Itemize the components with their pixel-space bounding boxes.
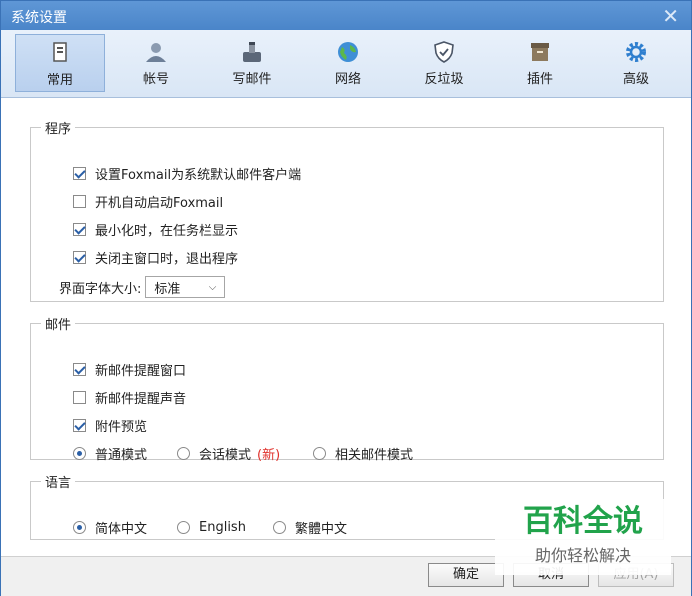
watermark: 百科全说 助你轻松解决 [495, 499, 671, 575]
close-exit-checkbox[interactable] [73, 250, 86, 264]
minimize-taskbar-checkbox[interactable] [73, 222, 86, 236]
font-size-label: 界面字体大小: [59, 281, 142, 297]
ok-button[interactable]: 确定 [428, 563, 504, 587]
tab-label: 网络 [334, 72, 361, 87]
title-bar: 系统设置 ✕ [1, 1, 691, 30]
tab-account[interactable]: 帐号 [111, 34, 201, 92]
chevron-down-icon: ⌵ [208, 281, 217, 293]
tab-advanced[interactable]: 高级 [591, 34, 681, 92]
option-label: 附件预览 [95, 419, 148, 435]
plugin-icon [531, 43, 549, 61]
new-badge: (新) [257, 447, 281, 463]
attachment-preview-option[interactable]: 附件预览 [73, 415, 147, 435]
program-group: 程序 设置Foxmail为系统默认邮件客户端 开机自动启动Foxmail 最小化… [30, 118, 664, 302]
option-label: 关闭主窗口时，退出程序 [95, 251, 239, 267]
settings-tabs: 常用 帐号 写邮件 网络 反垃圾 插件 高级 [1, 30, 691, 98]
autostart-checkbox[interactable] [73, 194, 86, 208]
option-label: 新邮件提醒窗口 [95, 363, 187, 379]
option-label: 繁體中文 [295, 521, 348, 537]
compose-icon [243, 42, 261, 62]
option-label: 设置Foxmail为系统默认邮件客户端 [95, 167, 302, 183]
lang-english-radio[interactable] [177, 520, 190, 534]
watermark-subtitle: 助你轻松解决 [534, 546, 631, 565]
tab-antispam[interactable]: 反垃圾 [399, 34, 489, 92]
watermark-title: 百科全说 [523, 504, 643, 539]
lang-english-option[interactable]: English [177, 517, 246, 537]
option-label: 相关邮件模式 [335, 447, 414, 463]
lang-traditional-radio[interactable] [273, 520, 286, 534]
lang-simplified-radio[interactable] [73, 520, 86, 534]
related-mail-mode-radio[interactable] [313, 446, 326, 460]
option-label: English [199, 519, 246, 535]
close-exit-option[interactable]: 关闭主窗口时，退出程序 [73, 247, 238, 267]
default-client-checkbox[interactable] [73, 166, 86, 180]
option-label: 开机自动启动Foxmail [95, 195, 224, 211]
tab-label: 高级 [622, 72, 649, 87]
tab-compose[interactable]: 写邮件 [207, 34, 297, 92]
tab-general[interactable]: 常用 [15, 34, 105, 92]
conversation-mode-option[interactable]: 会话模式 (新) [177, 443, 280, 463]
general-icon [53, 42, 67, 62]
option-label: 最小化时，在任务栏显示 [95, 223, 239, 239]
option-label: 新邮件提醒声音 [95, 391, 187, 407]
language-legend: 语言 [45, 476, 72, 491]
gear-icon [626, 42, 646, 62]
lang-traditional-option[interactable]: 繁體中文 [273, 517, 347, 537]
new-mail-sound-option[interactable]: 新邮件提醒声音 [73, 387, 186, 407]
minimize-taskbar-option[interactable]: 最小化时，在任务栏显示 [73, 219, 238, 239]
option-label: 简体中文 [95, 521, 148, 537]
related-mail-mode-option[interactable]: 相关邮件模式 [313, 443, 413, 463]
attachment-preview-checkbox[interactable] [73, 418, 86, 432]
tab-label: 常用 [46, 73, 73, 88]
conversation-mode-radio[interactable] [177, 446, 190, 460]
normal-mode-option[interactable]: 普通模式 [73, 443, 147, 463]
lang-simplified-option[interactable]: 简体中文 [73, 517, 147, 537]
program-legend: 程序 [45, 122, 72, 137]
option-label: 会话模式 [199, 447, 252, 463]
network-icon [338, 42, 358, 62]
close-icon[interactable]: ✕ [662, 4, 679, 28]
new-mail-window-option[interactable]: 新邮件提醒窗口 [73, 359, 186, 379]
option-label: 普通模式 [95, 447, 148, 463]
font-size-select[interactable]: 标准 ⌵ [145, 276, 226, 298]
tab-label: 帐号 [142, 72, 169, 87]
tab-plugins[interactable]: 插件 [495, 34, 585, 92]
tab-label: 反垃圾 [424, 72, 464, 87]
window-title: 系统设置 [11, 10, 67, 26]
tab-label: 插件 [526, 72, 553, 87]
settings-window: 系统设置 ✕ 常用 帐号 写邮件 网络 反垃圾 插件 高级 程序 设置Foxma… [0, 0, 692, 596]
normal-mode-radio[interactable] [73, 446, 86, 460]
account-icon [146, 43, 166, 62]
new-mail-sound-checkbox[interactable] [73, 390, 86, 404]
mail-legend: 邮件 [45, 318, 72, 333]
tab-label: 写邮件 [232, 72, 272, 87]
autostart-option[interactable]: 开机自动启动Foxmail [73, 191, 223, 211]
font-size-row: 界面字体大小: 标准 ⌵ [59, 275, 226, 299]
tab-network[interactable]: 网络 [303, 34, 393, 92]
settings-panel: 程序 设置Foxmail为系统默认邮件客户端 开机自动启动Foxmail 最小化… [1, 98, 691, 556]
shield-icon [434, 41, 454, 63]
new-mail-window-checkbox[interactable] [73, 362, 86, 376]
default-client-option[interactable]: 设置Foxmail为系统默认邮件客户端 [73, 163, 301, 183]
font-size-value: 标准 [154, 281, 181, 297]
mail-group: 邮件 新邮件提醒窗口 新邮件提醒声音 附件预览 普通模式 会话模式 (新) 相关… [30, 314, 664, 463]
